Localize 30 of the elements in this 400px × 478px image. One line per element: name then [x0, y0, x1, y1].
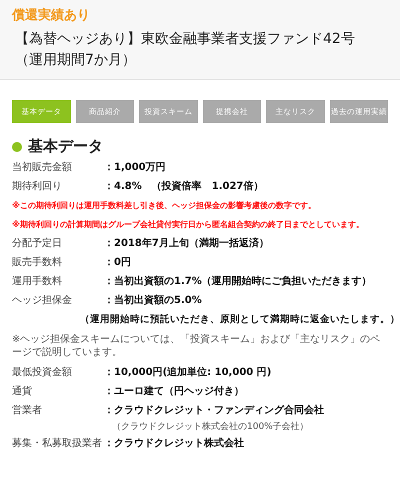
field-value: ：10,000円(追加単位: 10,000 円) [104, 366, 272, 380]
track-record-label: 償還実績あり [12, 6, 91, 24]
field-label: 当初販売金額 [12, 160, 73, 175]
field-label: 運用手数料 [12, 274, 63, 289]
field-label: 募集・私募取扱業者 [12, 436, 103, 451]
field-value: ：当初出資額の5.0% [104, 293, 202, 308]
field-label: 営業者 [12, 404, 43, 418]
field-label: 期待利回り [12, 180, 63, 194]
fund-title: （運用期間7か月） [14, 51, 137, 70]
fund-title: 【為替ヘッジあり】東欧金融事業者支援ファンド42号 [14, 30, 356, 49]
field-value: ：当初出資額の1.7%（運用開始時にご負担いただきます） [104, 274, 372, 289]
field-value: ：1,000万円 [104, 161, 166, 175]
field-label: 最低投資金額 [12, 366, 73, 380]
field-label: ヘッジ担保金 [12, 294, 73, 308]
field-label: 販売手数料 [12, 256, 63, 270]
field-value: ：4.8% （投資倍率 1.027倍） [104, 179, 264, 194]
field-value: ：クラウドクレジット株式会社 [104, 436, 244, 451]
field-note: （運用開始時に預託いただき、原則として満期時に返金いたします。） [80, 312, 400, 327]
scheme-note: ※ヘッジ担保金スキームについては、「投資スキーム」および「主なリスク」のページで説明しています。 [12, 333, 382, 359]
field-value: ：2018年7月上旬（満期一括返済） [104, 236, 269, 251]
warning-note: ※この期待利回りは運用手数料差し引き後、ヘッジ担保金の影響考慮後の数字です。 [12, 199, 317, 212]
warning-note: ※期待利回りの計算期間はグループ会社貸付実行日から匿名組合契約の終了日までとしています。 [12, 218, 365, 231]
company-note: （クラウドクレジット株式会社の100%子会社） [111, 420, 310, 434]
field-label: 通貨 [12, 384, 33, 399]
field-value: ：ユーロ建て（円ヘッジ付き） [104, 384, 244, 399]
bullet-icon [12, 142, 22, 152]
field-value: ：クラウドクレジット・ファンディング合同会社 [104, 404, 324, 418]
section-heading: 基本データ [28, 137, 103, 156]
field-value: ：0円 [104, 256, 131, 270]
field-label: 分配予定日 [12, 236, 63, 251]
